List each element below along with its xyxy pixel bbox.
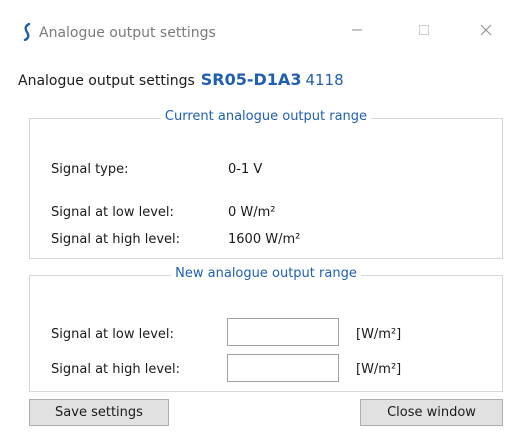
current-range-legend: Current analogue output range <box>160 109 372 124</box>
current-high-label: Signal at high level: <box>51 232 181 247</box>
header-label: Analogue output settings <box>18 73 195 89</box>
current-low-value: 0 W/m² <box>228 205 276 220</box>
app-logo-icon <box>22 22 32 42</box>
signal-type-value: 0-1 V <box>228 162 263 177</box>
maximize-button[interactable] <box>401 12 447 52</box>
new-high-input[interactable] <box>227 354 339 382</box>
settings-window: Analogue output settings Analogue output… <box>8 12 509 435</box>
new-range-group: New analogue output range Signal at low … <box>29 266 503 392</box>
signal-type-label: Signal type: <box>51 162 129 177</box>
minimize-icon <box>351 24 363 40</box>
device-model: SR05-D1A3 <box>200 70 302 89</box>
device-header: Analogue output settings SR05-D1A3 4118 <box>18 70 344 89</box>
new-low-unit: [W/m²] <box>356 327 402 342</box>
title-bar[interactable]: Analogue output settings <box>8 12 509 52</box>
maximize-icon <box>418 24 430 40</box>
minimize-button[interactable] <box>334 12 380 52</box>
new-high-unit: [W/m²] <box>356 362 402 377</box>
new-range-legend: New analogue output range <box>171 266 361 281</box>
window-title: Analogue output settings <box>39 25 216 41</box>
current-low-label: Signal at low level: <box>51 205 174 220</box>
close-window-titlebar-button[interactable] <box>463 12 509 52</box>
current-high-value: 1600 W/m² <box>228 232 301 247</box>
new-low-input[interactable] <box>227 318 339 346</box>
save-settings-button[interactable]: Save settings <box>29 399 169 426</box>
new-low-label: Signal at low level: <box>51 327 174 342</box>
close-icon <box>480 24 492 40</box>
new-high-label: Signal at high level: <box>51 362 181 377</box>
device-serial: 4118 <box>305 71 344 89</box>
current-range-group: Current analogue output range Signal typ… <box>29 109 503 259</box>
close-window-button[interactable]: Close window <box>360 399 503 426</box>
